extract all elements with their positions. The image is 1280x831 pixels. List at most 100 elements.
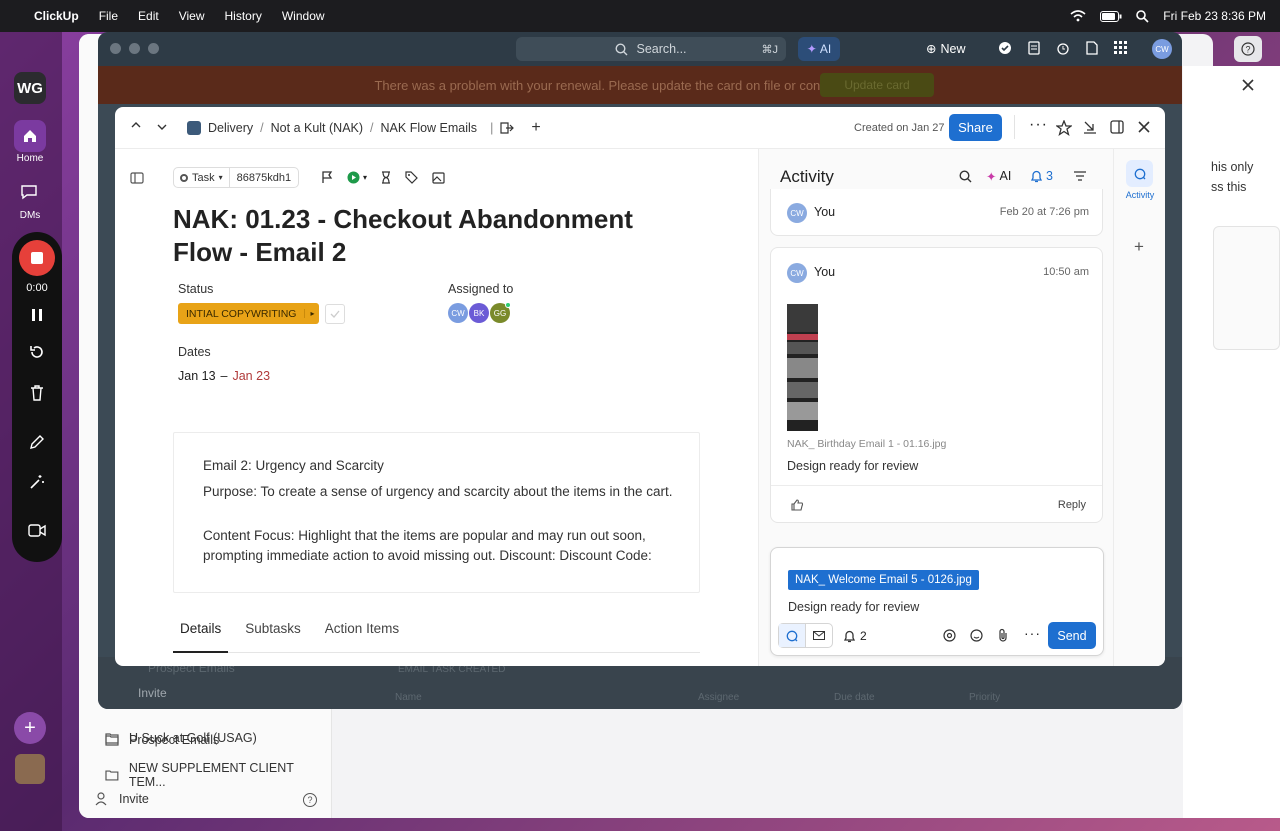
user-avatar[interactable]: CW [1152, 39, 1172, 59]
comment-composer[interactable]: NAK_ Welcome Email 5 - 0126.jpg Design r… [770, 547, 1104, 656]
window-close-button[interactable] [110, 43, 121, 54]
email-icon[interactable] [806, 624, 832, 647]
task-id[interactable]: 86875kdh1 [230, 172, 298, 184]
trash-icon[interactable] [30, 385, 44, 401]
activity-ai-button[interactable]: ✦ AI [986, 169, 1011, 184]
attachment-thumbnail[interactable] [787, 304, 818, 431]
task-type-dropdown[interactable]: Task ▾ [174, 168, 230, 187]
assignee-avatar[interactable]: CW [448, 303, 468, 323]
complete-check-button[interactable] [325, 303, 346, 324]
update-card-button[interactable]: Update card [820, 73, 934, 97]
notifications-button[interactable]: 3 [1031, 169, 1053, 183]
star-icon[interactable] [1056, 120, 1072, 136]
battery-icon[interactable] [1100, 10, 1122, 22]
notepad-icon[interactable] [1028, 41, 1040, 55]
tab-subtasks[interactable]: Subtasks [228, 615, 311, 652]
image-icon[interactable] [432, 171, 445, 184]
user-avatar[interactable] [15, 754, 45, 784]
description-box[interactable]: Email 2: Urgency and Scarcity Purpose: T… [173, 432, 700, 593]
mention-icon[interactable] [943, 629, 956, 642]
sidebar-item-supplement[interactable]: NEW SUPPLEMENT CLIENT TEM... [105, 761, 331, 789]
activity-tab-icon[interactable] [1126, 160, 1153, 187]
add-tab-icon[interactable]: + [1134, 237, 1144, 257]
new-button[interactable]: ⊕ New [926, 41, 966, 57]
minimize-icon[interactable] [1083, 120, 1097, 134]
sidebar-item-prospect[interactable]: Prospect Emails [105, 733, 219, 747]
menubar-app-name[interactable]: ClickUp [34, 9, 79, 23]
thumbs-up-icon[interactable] [791, 499, 804, 511]
breadcrumb-flow-emails[interactable]: NAK Flow Emails [381, 121, 478, 135]
tab-action-items[interactable]: Action Items [311, 615, 409, 652]
check-circle-icon[interactable] [998, 41, 1012, 55]
list-icon [187, 121, 201, 135]
emoji-icon[interactable] [970, 629, 983, 642]
window-zoom-button[interactable] [148, 43, 159, 54]
comment-icon[interactable] [779, 624, 806, 647]
tab-details[interactable]: Details [173, 615, 229, 653]
reply-button[interactable]: Reply [1058, 499, 1086, 511]
task-title[interactable]: NAK: 01.23 - Checkout Abandonment Flow -… [173, 203, 673, 269]
attachment-filename[interactable]: NAK_ Birthday Email 1 - 01.16.jpg [787, 438, 946, 450]
close-icon[interactable] [1138, 121, 1150, 133]
pause-icon[interactable] [31, 308, 43, 322]
dates-value[interactable]: Jan 13 – Jan 23 [178, 369, 270, 383]
restart-icon[interactable] [29, 344, 45, 360]
plus-icon[interactable]: + [531, 120, 540, 136]
assignee-avatar[interactable]: GG [490, 302, 511, 323]
close-icon[interactable] [1241, 78, 1255, 92]
flag-icon[interactable] [321, 171, 333, 184]
workspace-avatar[interactable]: WG [14, 72, 46, 104]
apps-grid-icon[interactable] [1114, 41, 1127, 55]
screen-recorder-toolbar: 0:00 [12, 232, 62, 562]
menubar-clock[interactable]: Fri Feb 23 8:36 PM [1163, 9, 1266, 23]
stop-record-icon[interactable] [19, 240, 55, 276]
effects-icon[interactable] [29, 474, 45, 490]
breadcrumb-delivery[interactable]: Delivery [208, 121, 253, 135]
more-icon[interactable]: ··· [1024, 626, 1041, 640]
home-icon[interactable] [14, 120, 46, 152]
menu-edit[interactable]: Edit [138, 9, 159, 23]
attach-icon[interactable] [998, 628, 1008, 642]
add-workspace-icon[interactable]: + [14, 712, 46, 744]
search-icon[interactable] [959, 170, 972, 183]
ai-label: AI [999, 169, 1012, 183]
dms-icon[interactable] [20, 184, 38, 200]
sidebar-toggle-icon[interactable] [130, 172, 144, 184]
spotlight-icon[interactable] [1136, 9, 1149, 23]
wifi-icon[interactable] [1070, 10, 1086, 22]
assignee-list[interactable]: CW BK GG [448, 302, 511, 323]
doc-icon[interactable] [1086, 41, 1098, 55]
window-minimize-button[interactable] [129, 43, 140, 54]
help-icon[interactable]: ? [1234, 36, 1262, 62]
status-pill[interactable]: INTIAL COPYWRITING ▸ [178, 303, 320, 324]
ai-button[interactable]: ✦ AI [798, 37, 840, 61]
send-button[interactable]: Send [1048, 622, 1096, 649]
attached-file-chip[interactable]: NAK_ Welcome Email 5 - 0126.jpg [788, 570, 979, 590]
menu-history[interactable]: History [225, 9, 262, 23]
alarm-icon[interactable] [1056, 41, 1070, 55]
pen-icon[interactable] [29, 434, 45, 450]
camera-icon[interactable] [28, 524, 46, 537]
layout-icon[interactable] [1110, 120, 1124, 134]
composer-text[interactable]: Design ready for review [788, 600, 919, 614]
search-bar[interactable]: Search... ⌘J [516, 37, 786, 61]
play-timer-icon[interactable]: ▾ [347, 171, 367, 184]
status-next-icon[interactable]: ▸ [304, 309, 319, 318]
help-icon[interactable]: ? [303, 793, 317, 807]
tag-icon[interactable] [405, 171, 418, 184]
menu-view[interactable]: View [179, 9, 205, 23]
assignee-avatar[interactable]: BK [469, 303, 489, 323]
notify-button[interactable]: 2 [844, 629, 867, 643]
more-icon[interactable]: ··· [1029, 117, 1048, 133]
hourglass-icon[interactable] [381, 171, 391, 184]
chevron-down-icon[interactable] [157, 123, 167, 131]
new-label: New [940, 41, 966, 56]
filter-icon[interactable] [1074, 171, 1086, 181]
invite-link[interactable]: Invite [95, 792, 149, 806]
move-icon[interactable] [500, 122, 515, 134]
share-button[interactable]: Share [949, 114, 1002, 141]
menu-window[interactable]: Window [282, 9, 325, 23]
chevron-up-icon[interactable] [131, 121, 141, 129]
breadcrumb-nak[interactable]: Not a Kult (NAK) [271, 121, 363, 135]
menu-file[interactable]: File [99, 9, 118, 23]
